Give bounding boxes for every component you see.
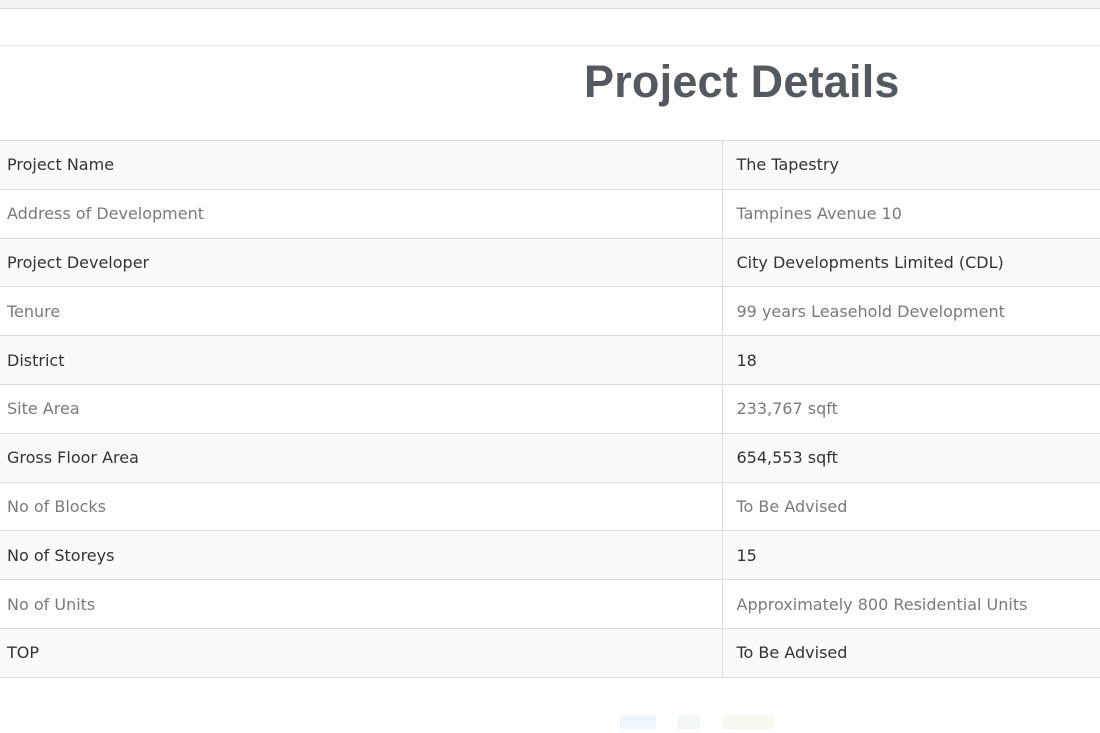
detail-value: 233,767 sqft <box>721 384 1100 434</box>
project-details-table: Project Name The Tapestry Address of Dev… <box>0 140 1100 678</box>
detail-value: To Be Advised <box>721 482 1100 532</box>
table-row: No of Storeys 15 <box>0 530 1100 581</box>
detail-label: No of Blocks <box>0 482 722 532</box>
detail-label: Gross Floor Area <box>0 433 722 483</box>
table-row: Project Name The Tapestry <box>0 140 1100 190</box>
detail-value: City Developments Limited (CDL) <box>721 238 1100 288</box>
detail-value: 18 <box>721 335 1100 385</box>
table-row: Address of Development Tampines Avenue 1… <box>0 189 1100 239</box>
detail-value: 99 years Leasehold Development <box>721 286 1100 337</box>
detail-label: Site Area <box>0 384 722 434</box>
detail-label: No of Units <box>0 579 722 629</box>
detail-value: The Tapestry <box>721 140 1100 190</box>
detail-value: 654,553 sqft <box>721 433 1100 483</box>
table-row: Tenure 99 years Leasehold Development <box>0 286 1100 337</box>
detail-label: No of Storeys <box>0 530 722 581</box>
table-row: Project Developer City Developments Limi… <box>0 238 1100 288</box>
top-bar <box>0 0 1100 9</box>
detail-value: 15 <box>721 530 1100 581</box>
detail-value: To Be Advised <box>721 628 1100 678</box>
header-band <box>0 45 1100 141</box>
table-row: No of Blocks To Be Advised <box>0 482 1100 532</box>
detail-label: Address of Development <box>0 189 722 239</box>
table-row: District 18 <box>0 335 1100 385</box>
detail-value: Approximately 800 Residential Units <box>721 579 1100 629</box>
detail-label: Project Developer <box>0 238 722 288</box>
detail-label: Tenure <box>0 286 722 337</box>
detail-label: District <box>0 335 722 385</box>
table-row: Site Area 233,767 sqft <box>0 384 1100 434</box>
faint-image-fragment <box>620 715 785 729</box>
detail-value: Tampines Avenue 10 <box>721 189 1100 239</box>
page-title: Project Details <box>584 56 900 107</box>
detail-label: TOP <box>0 628 722 678</box>
detail-label: Project Name <box>0 140 722 190</box>
table-row: Gross Floor Area 654,553 sqft <box>0 433 1100 483</box>
table-row: No of Units Approximately 800 Residentia… <box>0 579 1100 629</box>
table-row: TOP To Be Advised <box>0 628 1100 678</box>
